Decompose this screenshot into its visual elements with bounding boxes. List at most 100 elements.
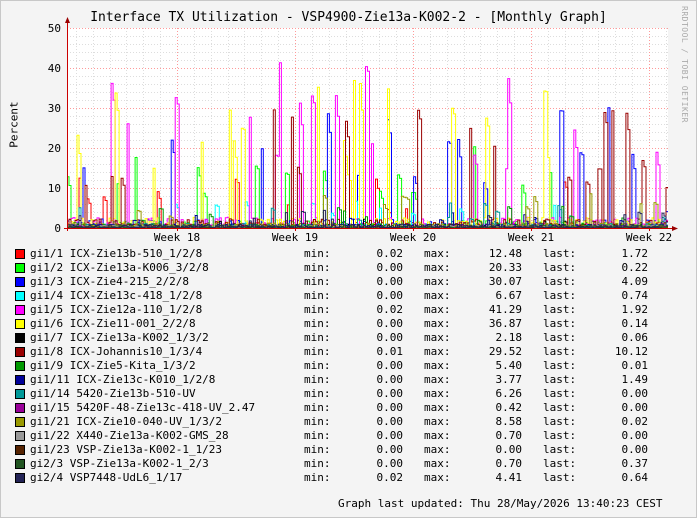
legend-max-value: 12.48 — [488, 247, 522, 260]
legend-last-label: last: — [543, 303, 577, 316]
legend-swatch — [15, 417, 25, 427]
legend-min-label: min: — [304, 387, 331, 400]
legend-last-label: last: — [543, 387, 577, 400]
legend-max-value: 0.00 — [495, 443, 523, 456]
legend-max-value: 29.52 — [488, 345, 522, 358]
legend-series-name: gi1/2 ICX-Zie13a-K006_3/2/8 — [30, 261, 209, 274]
legend-max-value: 36.87 — [488, 317, 522, 330]
legend-max-label: max: — [424, 373, 451, 386]
legend-row: gi1/11 ICX-Zie13c-K010_1/2/8 min: 0.00 max:… — [0, 373, 697, 387]
legend-last-label: last: — [543, 359, 577, 372]
legend-last-label: last: — [543, 289, 577, 302]
legend-last-label: last: — [543, 429, 577, 442]
legend-min-value: 0.00 — [376, 359, 404, 372]
legend-row: gi1/1 ICX-Zie13b-510_1/2/8 min: 0.02 max: 12… — [0, 247, 697, 261]
legend-series-name: gi1/6 ICX-Zie11-001_2/2/8 — [30, 317, 196, 330]
legend-series-name: gi2/3 VSP-Zie13a-K002-1_2/3 — [30, 457, 209, 470]
legend-row: gi1/8 ICX-Johannis10_1/3/4 min: 0.01 max: 29… — [0, 345, 697, 359]
legend-series-name: gi1/9 ICX-Zie5-Kita_1/3/2 — [30, 359, 196, 372]
legend-last-label: last: — [543, 471, 577, 484]
legend-series-name: gi1/3 ICX-Zie4-215_2/2/8 — [30, 275, 189, 288]
legend-max-label: max: — [424, 457, 451, 470]
legend-last-label: last: — [543, 415, 577, 428]
legend-max-label: max: — [424, 429, 451, 442]
legend-swatch — [15, 333, 25, 343]
legend-row: gi1/2 ICX-Zie13a-K006_3/2/8 min: 0.00 max: 2… — [0, 261, 697, 275]
legend-max-label: max: — [424, 401, 451, 414]
legend-min-value: 0.00 — [376, 317, 404, 330]
legend-swatch — [15, 277, 25, 287]
legend-max-value: 20.33 — [488, 261, 522, 274]
legend-min-value: 0.01 — [376, 345, 404, 358]
legend-last-value: 0.74 — [621, 289, 649, 302]
legend-last-value: 0.64 — [621, 471, 649, 484]
legend-max-value: 8.58 — [495, 415, 523, 428]
legend-min-label: min: — [304, 331, 331, 344]
y-tick-label: 20 — [48, 142, 61, 155]
legend-min-label: min: — [304, 261, 331, 274]
legend-last-value: 0.06 — [621, 331, 649, 344]
legend-series-name: gi2/4 VSP7448-UdL6_1/17 — [30, 471, 183, 484]
last-updated-text: Graph last updated: Thu 28/May/2026 13:4… — [338, 497, 663, 510]
legend-max-label: max: — [424, 345, 451, 358]
legend-swatch — [15, 403, 25, 413]
legend-row: gi1/5 ICX-Zie12a-110_1/2/8 min: 0.02 max: 41… — [0, 303, 697, 317]
legend-max-label: max: — [424, 289, 451, 302]
legend-last-label: last: — [543, 317, 577, 330]
legend-swatch — [15, 361, 25, 371]
y-tick-label: 10 — [48, 182, 61, 195]
legend-series-name: gi1/8 ICX-Johannis10_1/3/4 — [30, 345, 203, 358]
legend-max-label: max: — [424, 261, 451, 274]
legend-max-label: max: — [424, 415, 451, 428]
y-axis-arrow — [65, 17, 70, 23]
legend-last-value: 0.00 — [621, 429, 649, 442]
legend-swatch — [15, 431, 25, 441]
legend-max-label: max: — [424, 471, 451, 484]
legend-min-label: min: — [304, 345, 331, 358]
legend-min-value: 0.00 — [376, 261, 404, 274]
legend-row: gi1/22 X440-Zie13a-K002-GMS_28 min: 0.00 ma… — [0, 429, 697, 443]
legend-min-label: min: — [304, 429, 331, 442]
legend-row: gi1/14 5420-Zie13b-510-UV min: 0.00 max: 6.2… — [0, 387, 697, 401]
y-tick-label: 30 — [48, 102, 61, 115]
legend-row: gi1/7 ICX-Zie13a-K002_1/3/2 min: 0.00 max: 2… — [0, 331, 697, 345]
legend-last-label: last: — [543, 331, 577, 344]
legend-last-value: 0.01 — [621, 359, 649, 372]
legend-last-label: last: — [543, 373, 577, 386]
legend-row: gi1/15 5420F-48-Zie13c-418-UV_2.47 min: 0.… — [0, 401, 697, 415]
legend-swatch — [15, 305, 25, 315]
x-tick-label: Week 18 — [154, 231, 200, 244]
legend-min-label: min: — [304, 275, 331, 288]
legend-max-value: 41.29 — [488, 303, 522, 316]
legend-min-label: min: — [304, 247, 331, 260]
legend-swatch — [15, 249, 25, 259]
legend-last-value: 0.00 — [621, 387, 649, 400]
x-axis-arrow — [672, 226, 678, 231]
legend-series-name: gi1/21 ICX-Zie10-040-UV_1/3/2 — [30, 415, 223, 428]
legend-series-name: gi1/7 ICX-Zie13a-K002_1/3/2 — [30, 331, 209, 344]
legend-max-label: max: — [424, 359, 451, 372]
x-tick-label: Week 19 — [272, 231, 318, 244]
legend-max-label: max: — [424, 247, 451, 260]
legend-last-value: 0.22 — [621, 261, 649, 274]
legend-max-label: max: — [424, 303, 451, 316]
legend-max-value: 0.42 — [495, 401, 523, 414]
legend-min-label: min: — [304, 289, 331, 302]
legend-row: gi1/23 VSP-Zie13a-K002-1_1/23 min: 0.00 max… — [0, 443, 697, 457]
legend-min-label: min: — [304, 317, 331, 330]
legend-max-value: 5.40 — [495, 359, 523, 372]
legend-max-value: 6.67 — [495, 289, 523, 302]
legend-swatch — [15, 389, 25, 399]
legend-min-value: 0.00 — [376, 331, 404, 344]
legend-last-value: 0.00 — [621, 401, 649, 414]
legend-last-label: last: — [543, 345, 577, 358]
legend-min-value: 0.00 — [376, 289, 404, 302]
legend-last-value: 1.49 — [621, 373, 649, 386]
legend-series-name: gi1/11 ICX-Zie13c-K010_1/2/8 — [30, 373, 216, 386]
y-tick-label: 50 — [48, 22, 61, 35]
legend-min-label: min: — [304, 457, 331, 470]
legend-swatch — [15, 459, 25, 469]
legend-max-label: max: — [424, 387, 451, 400]
legend-max-label: max: — [424, 275, 451, 288]
legend-swatch — [15, 473, 25, 483]
